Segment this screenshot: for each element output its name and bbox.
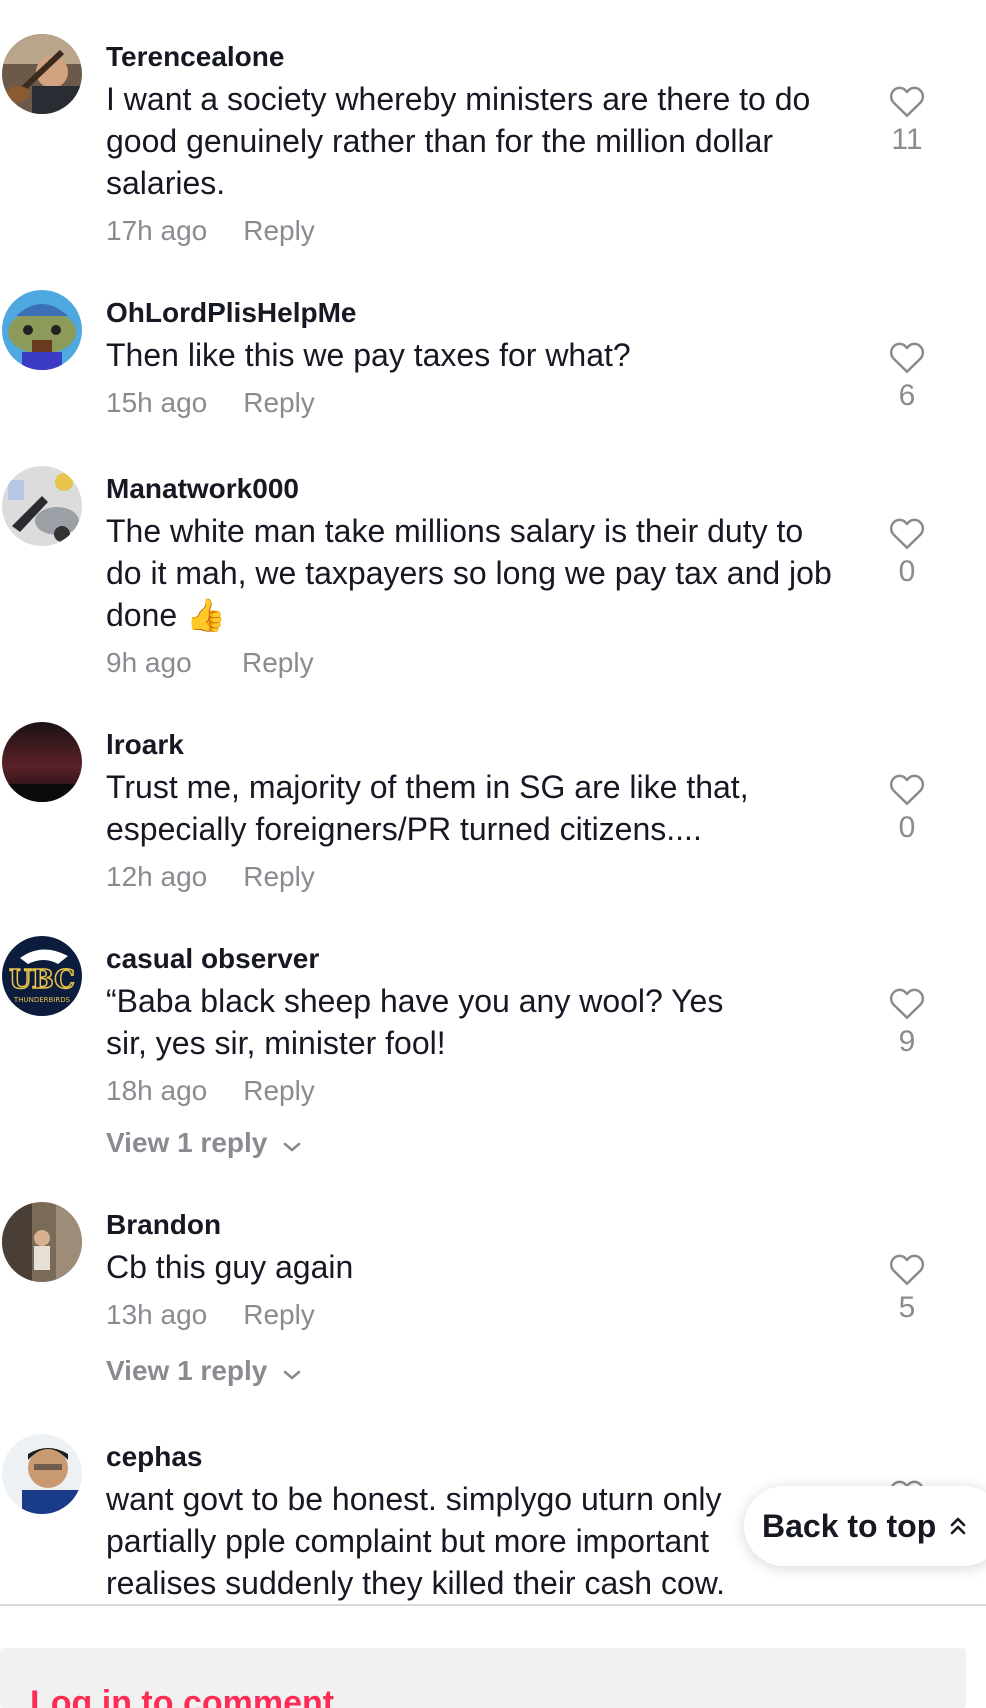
comment-username[interactable]: Terencealone [106,40,284,74]
like-button[interactable]: 9 [882,986,932,1060]
chevron-down-icon [281,1128,303,1162]
avatar[interactable] [2,34,82,114]
like-count: 0 [898,811,916,844]
street-photo-icon [2,1202,82,1282]
comment-time: 15h ago [106,387,208,418]
comment-username[interactable]: Brandon [106,1208,221,1242]
comment-meta: 18h ago Reply [106,1074,315,1108]
comment-meta: 9h ago Reply [106,646,314,680]
svg-text:UBC: UBC [9,965,75,995]
comment-text: The white man take millions salary is th… [106,513,832,633]
reply-button[interactable]: Reply [243,1299,315,1330]
scooter-photo-icon [2,466,82,546]
dark-sky-icon [2,722,82,802]
reply-button[interactable]: Reply [243,1075,315,1106]
view-replies-button[interactable]: View 1 reply [106,1126,303,1162]
comment-username[interactable]: cephas [106,1440,203,1474]
comment-time: 13h ago [106,1299,208,1330]
heart-icon [889,342,925,373]
like-button[interactable]: 11 [882,84,932,158]
comment-text: I want a society whereby ministers are t… [106,81,811,201]
back-to-top-button[interactable]: Back to top [744,1486,986,1566]
like-button[interactable]: 0 [882,772,932,846]
cartoon-frog-icon [2,290,82,370]
back-to-top-label: Back to top [762,1508,937,1544]
comment-time: 17h ago [106,215,208,246]
like-button[interactable]: 6 [882,340,932,414]
divider [0,1604,986,1606]
like-count: 5 [898,1291,916,1324]
like-button[interactable]: 5 [882,1252,932,1326]
comment-meta: 12h ago Reply [106,860,315,894]
comment-text: want govt to be honest. simplygo uturn o… [106,1481,725,1601]
like-button[interactable]: 0 [882,516,932,590]
comment-text: Then like this we pay taxes for what? [106,337,631,373]
login-to-comment-bar[interactable]: Log in to comment [0,1648,966,1708]
view-replies-label: View 1 reply [106,1127,268,1158]
double-chevron-up-icon [948,1514,968,1543]
reply-button[interactable]: Reply [243,861,315,892]
like-count: 11 [891,123,923,156]
avatar[interactable] [2,1434,82,1514]
like-count: 6 [898,379,916,412]
comment-time: 18h ago [106,1075,208,1106]
comment-username[interactable]: casual observer [106,942,319,976]
avatar[interactable] [2,1202,82,1282]
svg-text:THUNDERBIRDS: THUNDERBIRDS [13,996,71,1004]
heart-icon [889,774,925,805]
like-count: 9 [898,1025,916,1058]
comment-meta: 15h ago Reply [106,386,315,420]
avatar[interactable]: UBC THUNDERBIRDS [2,936,82,1016]
comment-username[interactable]: OhLordPlisHelpMe [106,296,356,330]
comment-username[interactable]: lroark [106,728,184,762]
login-to-comment-label: Log in to comment [30,1684,335,1708]
ubc-thunderbirds-logo-icon: UBC THUNDERBIRDS [2,936,82,1016]
heart-icon [889,86,925,117]
avatar[interactable] [2,722,82,802]
reply-button[interactable]: Reply [243,387,315,418]
view-replies-label: View 1 reply [106,1355,268,1386]
heart-icon [889,1254,925,1285]
comment-text: “Baba black sheep have you any wool? Yes… [106,983,724,1061]
reply-button[interactable]: Reply [242,647,314,678]
avatar[interactable] [2,290,82,370]
view-replies-button[interactable]: View 1 reply [106,1354,303,1390]
comment-text: Trust me, majority of them in SG are lik… [106,769,749,847]
comment-meta: 13h ago Reply [106,1298,315,1332]
heart-icon [889,988,925,1019]
like-count: 0 [898,555,916,588]
comment-time: 12h ago [106,861,208,892]
selfie-photo-icon [2,1434,82,1514]
person-with-instrument-icon [2,34,82,114]
comment-username[interactable]: Manatwork000 [106,472,299,506]
heart-icon [889,518,925,549]
comment-text: Cb this guy again [106,1249,354,1285]
comment-time: 9h ago [106,647,192,678]
avatar[interactable] [2,466,82,546]
reply-button[interactable]: Reply [243,215,315,246]
chevron-down-icon [281,1356,303,1390]
comment-meta: 17h ago Reply [106,214,315,248]
